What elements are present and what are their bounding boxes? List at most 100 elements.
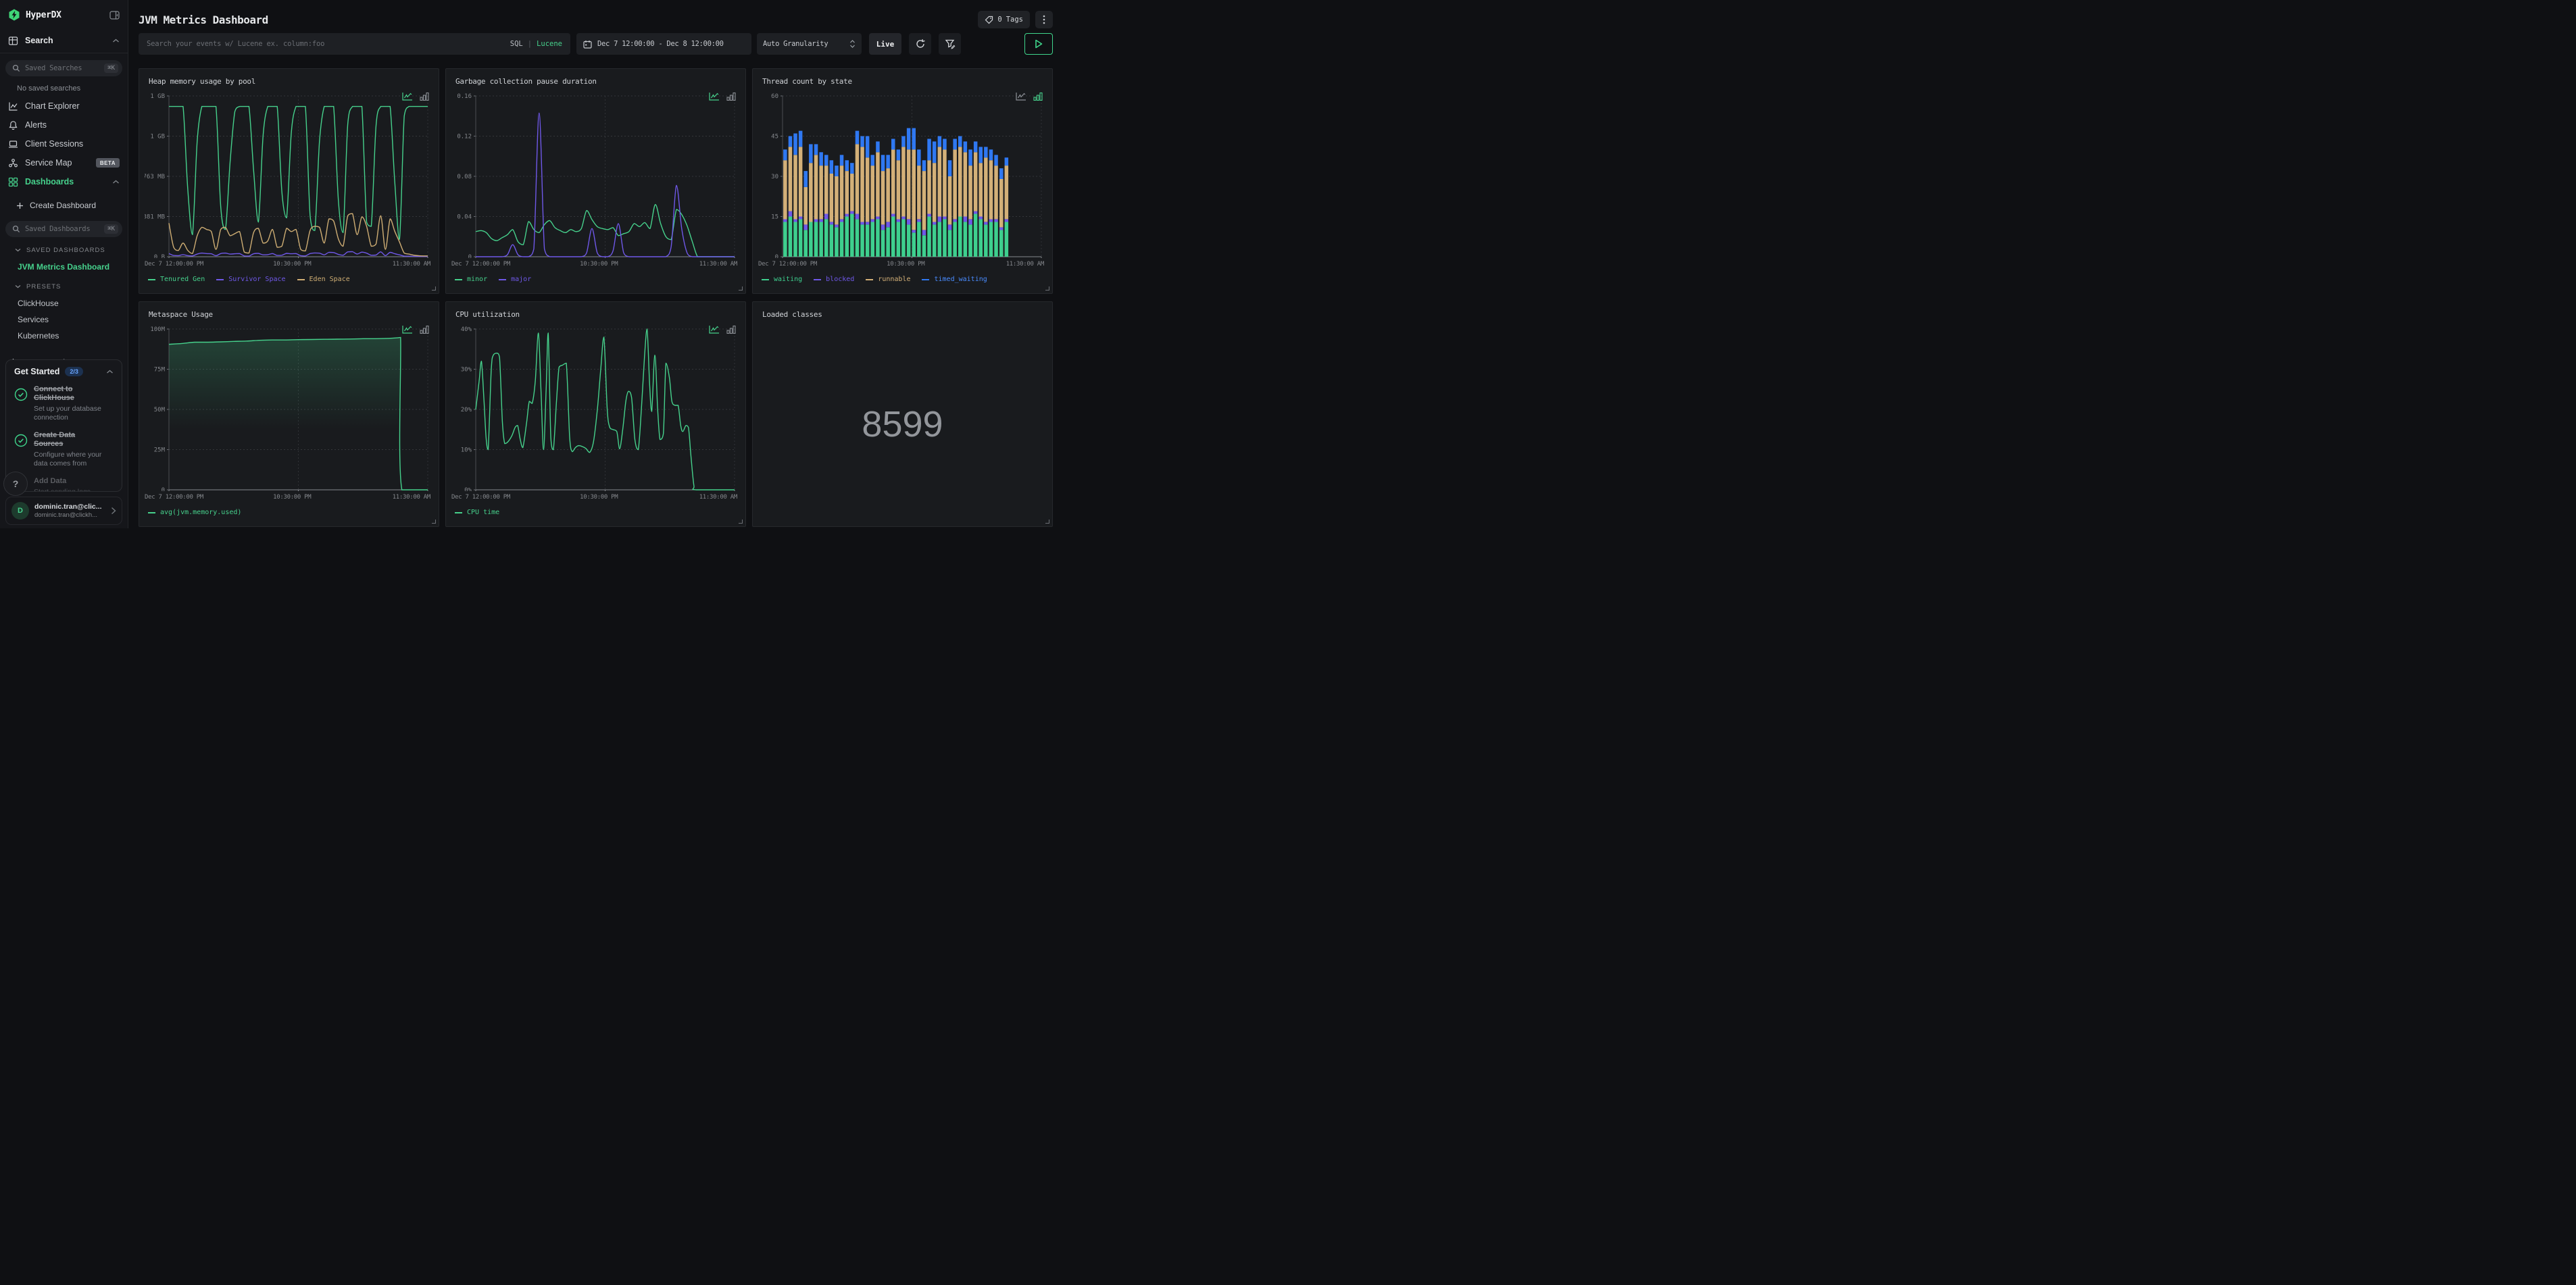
user-account-row[interactable]: D dominic.tran@clic... dominic.tran@clic… (5, 497, 122, 525)
bar-chart-icon[interactable] (726, 92, 736, 101)
metaspace-chart[interactable]: 100M 75M 50M 25M 0 (145, 325, 433, 494)
x-tick: Dec 7 12:00:00 PM (451, 494, 511, 501)
dashboard-link-jvm-metrics[interactable]: JVM Metrics Dashboard (0, 260, 128, 274)
legend-item[interactable]: avg(jvm.memory.used) (148, 509, 241, 516)
line-chart-icon[interactable] (402, 325, 413, 334)
chart-explorer-icon (9, 102, 18, 111)
section-presets[interactable]: PRESETS (0, 279, 128, 294)
run-query-button[interactable] (1024, 33, 1053, 55)
x-tick: 10:30:00 PM (580, 261, 618, 268)
sql-toggle[interactable]: SQL (510, 40, 523, 48)
chart-legend[interactable]: waiting blocked runnable timed_waiting (762, 276, 987, 283)
sidebar-collapse-icon[interactable] (109, 10, 120, 20)
sidebar-header: HyperDX (0, 0, 128, 30)
saved-dashboards-input[interactable]: Saved Dashboards ⌘K (5, 221, 122, 237)
sidebar-item-search[interactable]: Search (0, 30, 128, 51)
sidebar-item-client-sessions[interactable]: Client Sessions (0, 134, 128, 153)
chevron-up-icon[interactable] (112, 39, 120, 43)
bar-chart-icon[interactable] (1033, 92, 1043, 101)
saved-searches-input[interactable]: Saved Searches ⌘K (5, 60, 122, 76)
heap-memory-chart[interactable]: 1 GB 1 GB 763 MB 381 MB 0 B (143, 92, 433, 261)
legend-item[interactable]: blocked (814, 276, 854, 283)
svg-text:0: 0 (775, 254, 778, 258)
x-tick: 10:30:00 PM (273, 494, 312, 501)
tags-button[interactable]: 0 Tags (978, 11, 1030, 28)
resize-handle[interactable] (1045, 520, 1049, 524)
legend-item[interactable]: Survivor Space (216, 276, 286, 283)
resize-handle[interactable] (432, 286, 436, 291)
svg-text:0.16: 0.16 (457, 93, 472, 100)
chart-legend[interactable]: minor major (455, 276, 531, 283)
line-chart-icon[interactable] (402, 92, 413, 101)
sidebar-item-chart-explorer[interactable]: Chart Explorer (0, 97, 128, 116)
chart-legend[interactable]: avg(jvm.memory.used) (148, 509, 241, 516)
line-chart-icon[interactable] (1016, 92, 1026, 101)
sidebar-item-dashboards[interactable]: Dashboards (0, 172, 128, 191)
search-icon (12, 64, 20, 72)
svg-text:15: 15 (771, 214, 778, 221)
time-range-picker[interactable]: Dec 7 12:00:00 - Dec 8 12:00:00 (576, 33, 751, 55)
panel-loaded-classes[interactable]: Loaded classes 8599 (752, 301, 1053, 527)
panel-gc-pause[interactable]: Garbage collection pause duration 0.16 0.… (445, 68, 746, 294)
svg-text:0.08: 0.08 (457, 174, 472, 180)
bar-chart-icon[interactable] (420, 325, 429, 334)
granularity-select[interactable]: Auto Granularity (757, 33, 862, 55)
get-started-step-sources[interactable]: Create Data Sources Configure where your… (14, 431, 114, 468)
bar-chart-icon[interactable] (726, 325, 736, 334)
chart-legend[interactable]: Tenured Gen Survivor Space Eden Space (148, 276, 350, 283)
svg-text:0%: 0% (464, 487, 472, 491)
refresh-button[interactable] (909, 33, 931, 55)
tag-icon (985, 16, 993, 24)
legend-item[interactable]: timed_waiting (922, 276, 987, 283)
chart-legend[interactable]: CPU time (455, 509, 499, 516)
legend-item[interactable]: minor (455, 276, 487, 283)
gc-pause-chart[interactable]: 0.16 0.12 0.08 0.04 0 (451, 92, 740, 261)
legend-item[interactable]: Eden Space (297, 276, 350, 283)
get-started-step-connect[interactable]: Connect to ClickHouse Set up your databa… (14, 385, 114, 422)
svg-text:0.12: 0.12 (457, 134, 472, 141)
event-search-placeholder: Search your events w/ Lucene ex. column:… (147, 40, 325, 48)
legend-item[interactable]: major (499, 276, 531, 283)
create-dashboard-button[interactable]: Create Dashboard (0, 197, 128, 214)
panel-metaspace[interactable]: Metaspace Usage 100M 75M 50M 25M 0 Dec 7 12:… (139, 301, 439, 527)
preset-link-clickhouse[interactable]: ClickHouse (0, 297, 128, 310)
legend-item[interactable]: CPU time (455, 509, 499, 516)
hyperdx-logo-icon (9, 9, 20, 21)
sidebar-item-alerts[interactable]: Alerts (0, 116, 128, 134)
panel-heap-memory[interactable]: Heap memory usage by pool 1 GB 1 GB 763 MB… (139, 68, 439, 294)
line-chart-icon[interactable] (709, 92, 720, 101)
get-started-step-add-data[interactable]: Add Data Start sending logs, metrics, or… (14, 477, 114, 491)
resize-handle[interactable] (432, 520, 436, 524)
legend-item[interactable]: Tenured Gen (148, 276, 205, 283)
section-saved-dashboards[interactable]: SAVED DASHBOARDS (0, 243, 128, 257)
panel-cpu[interactable]: CPU utilization 40% 30% 20% 10% 0% Dec 7 12:… (445, 301, 746, 527)
resize-handle[interactable] (739, 520, 743, 524)
thread-count-chart[interactable]: 60 45 30 15 0 (758, 92, 1047, 261)
lucene-toggle[interactable]: Lucene (537, 40, 562, 48)
sidebar-item-label: Client Sessions (25, 139, 84, 149)
panel-thread-count[interactable]: Thread count by state 60 45 30 15 0 Dec 7 12… (752, 68, 1053, 294)
avatar: D (11, 502, 29, 520)
legend-item[interactable]: runnable (866, 276, 910, 283)
event-search-input[interactable]: Search your events w/ Lucene ex. column:… (139, 33, 570, 55)
resize-handle[interactable] (1045, 286, 1049, 291)
legend-item[interactable]: waiting (762, 276, 802, 283)
sidebar-item-service-map[interactable]: Service Map BETA (0, 153, 128, 172)
svg-text:10%: 10% (461, 447, 472, 454)
line-chart-icon[interactable] (709, 325, 720, 334)
resize-handle[interactable] (739, 286, 743, 291)
cpu-chart[interactable]: 40% 30% 20% 10% 0% (451, 325, 740, 494)
granularity-value: Auto Granularity (763, 40, 828, 48)
help-button[interactable]: ? (3, 472, 28, 496)
filter-button[interactable] (939, 33, 961, 55)
live-button[interactable]: Live (869, 33, 901, 55)
svg-text:1 GB: 1 GB (150, 134, 165, 141)
bar-chart-icon[interactable] (420, 92, 429, 101)
preset-link-services[interactable]: Services (0, 313, 128, 326)
more-menu-button[interactable] (1035, 11, 1053, 28)
chevron-up-icon[interactable] (112, 180, 120, 184)
preset-link-kubernetes[interactable]: Kubernetes (0, 329, 128, 343)
chevron-up-icon[interactable] (106, 370, 114, 374)
play-icon (1035, 39, 1043, 49)
service-map-icon (9, 158, 18, 167)
